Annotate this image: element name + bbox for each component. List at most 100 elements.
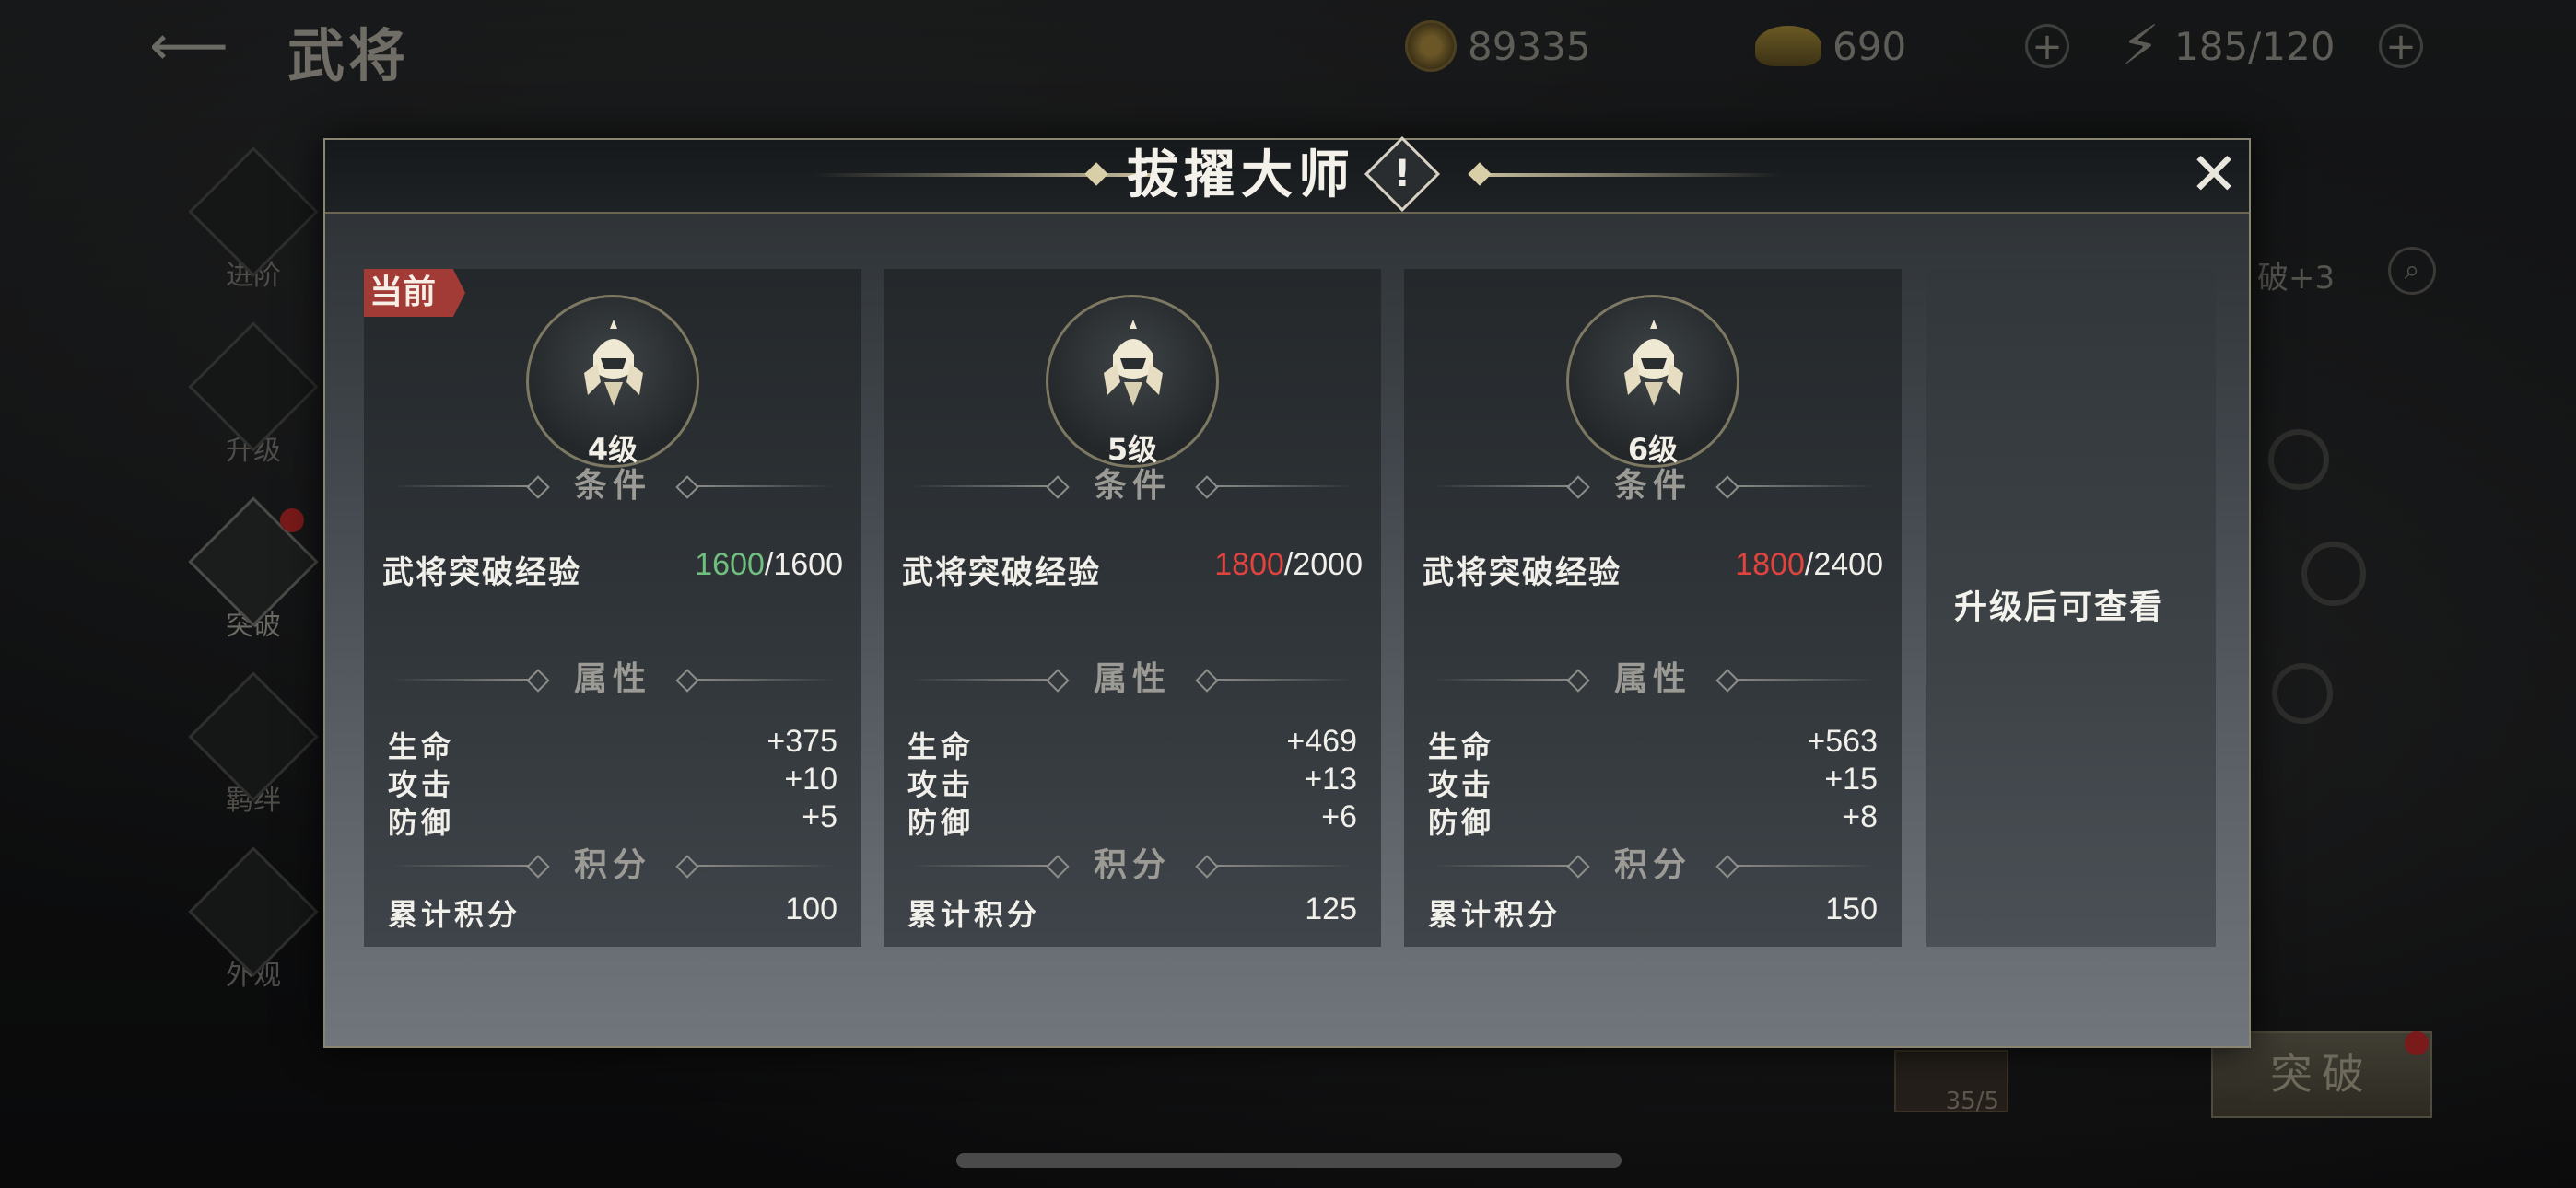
score-label: 累计积分 [388, 897, 521, 932]
side-nav-item-appearance[interactable]: 外观 [184, 846, 322, 993]
stamina-value: 185/120 [2174, 23, 2336, 69]
condition-header: 条件 [1432, 466, 1874, 507]
stat-row-attack: 攻击 +10 [388, 762, 837, 804]
score-value: 150 [1825, 891, 1878, 926]
stat-name: 攻击 [1428, 767, 1495, 802]
condition-current: 1800 [1735, 547, 1805, 582]
info-glyph: ! [1393, 153, 1411, 195]
condition-label: 武将突破经验 [382, 554, 581, 591]
close-icon[interactable]: ✕ [2184, 146, 2243, 204]
page-title: 武将 [287, 22, 410, 89]
score-row: 累计积分 125 [907, 891, 1357, 934]
condition-row: 武将突破经验 1800/2400 [1423, 547, 1883, 592]
stat-name: 生命 [388, 729, 455, 764]
stat-row-defense: 防御 +5 [388, 799, 837, 842]
notification-dot [2405, 1031, 2429, 1055]
stat-value: +15 [1824, 762, 1878, 797]
stat-row-attack: 攻击 +13 [907, 762, 1357, 804]
level-label: 5级 [1107, 432, 1158, 467]
attribute-header: 属性 [1432, 659, 1874, 700]
condition-progress: 1600/1600 [695, 547, 843, 592]
locked-level-card: 升级后可查看 [1926, 269, 2216, 947]
side-nav-item-bond[interactable]: 羁绊 [184, 671, 322, 818]
add-ingot-button[interactable]: + [2025, 24, 2069, 68]
stat-row-defense: 防御 +6 [907, 799, 1357, 842]
coin-counter: 89335 [1405, 17, 1591, 76]
back-arrow-icon[interactable]: ⟵ [138, 18, 240, 74]
stat-value: +5 [802, 799, 837, 834]
condition-total: /2000 [1283, 547, 1363, 582]
side-nav-item-breakthrough[interactable]: 突破 [184, 496, 322, 643]
stat-name: 防御 [1428, 805, 1495, 840]
condition-label: 武将突破经验 [902, 554, 1101, 591]
hero-portrait[interactable]: 35/5 [1894, 1050, 2008, 1115]
condition-label: 武将突破经验 [1423, 554, 1622, 591]
add-stamina-button[interactable]: + [2379, 24, 2423, 68]
side-nav-item-upgrade[interactable]: 升级 [184, 321, 322, 468]
skill-node [2301, 542, 2366, 606]
rank-badge: 4级 [526, 295, 699, 468]
stat-name: 生命 [1428, 729, 1495, 764]
level-label: 6级 [1627, 432, 1679, 467]
condition-progress: 1800/2000 [1214, 547, 1363, 592]
condition-current: 1800 [1214, 547, 1284, 582]
score-row: 累计积分 100 [388, 891, 837, 934]
score-row: 累计积分 150 [1428, 891, 1878, 934]
lightning-icon: ⚡ [2120, 14, 2160, 78]
attribute-header: 属性 [392, 659, 834, 700]
stat-value: +6 [1321, 799, 1357, 834]
score-label: 累计积分 [1428, 897, 1562, 932]
ingot-value: 690 [1832, 23, 1907, 69]
condition-total: /1600 [764, 547, 843, 582]
level-card-4: 当前 4级 条件 武将突破经验 1600/1600 属性 生命 +375 攻击 … [364, 269, 861, 947]
condition-total: /2400 [1804, 547, 1883, 582]
rank-badge: 5级 [1046, 295, 1219, 468]
level-label: 4级 [587, 432, 638, 467]
stat-name: 攻击 [388, 767, 455, 802]
skill-node [2268, 429, 2329, 490]
promotion-master-dialog: 拔擢大师 ! ✕ 当前 4级 条件 武将突破经验 1600/1600 属性 生命… [323, 135, 2251, 1048]
rank-badge: 6级 [1566, 295, 1739, 468]
condition-current: 1600 [695, 547, 765, 582]
stat-name: 攻击 [907, 767, 975, 802]
stat-value: +8 [1842, 799, 1878, 834]
dialog-title: 拔擢大师 [1127, 145, 1355, 205]
stat-value: +10 [784, 762, 837, 797]
ingot-icon [1755, 26, 1821, 66]
coin-icon [1405, 20, 1457, 72]
dialog-header: 拔擢大师 ! ✕ [325, 135, 2249, 214]
stamina-counter: ⚡ 185/120 [2117, 14, 2336, 78]
level-card-6: 6级 条件 武将突破经验 1800/2400 属性 生命 +563 攻击 +15… [1404, 269, 1902, 947]
home-indicator[interactable] [956, 1153, 1622, 1168]
search-icon[interactable]: ⌕ [2388, 247, 2436, 295]
bg-breakthrough-level: 破+3 [2257, 260, 2336, 297]
condition-header: 条件 [392, 466, 834, 507]
stat-row-hp: 生命 +375 [388, 724, 837, 766]
score-header: 积分 [392, 845, 834, 886]
skill-node [2272, 663, 2333, 724]
score-header: 积分 [1432, 845, 1874, 886]
stat-value: +375 [767, 724, 837, 759]
stat-row-hp: 生命 +469 [907, 724, 1357, 766]
stat-name: 生命 [907, 729, 975, 764]
stat-name: 防御 [907, 805, 975, 840]
stat-row-hp: 生命 +563 [1428, 724, 1878, 766]
condition-header: 条件 [911, 466, 1353, 507]
stat-value: +469 [1286, 724, 1357, 759]
helmet-icon [1624, 320, 1683, 406]
stat-value: +563 [1807, 724, 1878, 759]
stat-row-defense: 防御 +8 [1428, 799, 1878, 842]
coin-value: 89335 [1468, 23, 1591, 69]
helmet-icon [1104, 320, 1163, 406]
current-tag: 当前 [364, 269, 465, 317]
stat-row-attack: 攻击 +15 [1428, 762, 1878, 804]
notification-dot [280, 508, 304, 532]
condition-progress: 1800/2400 [1735, 547, 1883, 592]
top-bar: ⟵ 武将 89335 690 + ⚡ 185/120 + [0, 0, 2576, 101]
condition-row: 武将突破经验 1600/1600 [382, 547, 843, 592]
score-value: 125 [1305, 891, 1357, 926]
condition-row: 武将突破经验 1800/2000 [902, 547, 1363, 592]
stat-name: 防御 [388, 805, 455, 840]
score-header: 积分 [911, 845, 1353, 886]
score-label: 累计积分 [907, 897, 1041, 932]
